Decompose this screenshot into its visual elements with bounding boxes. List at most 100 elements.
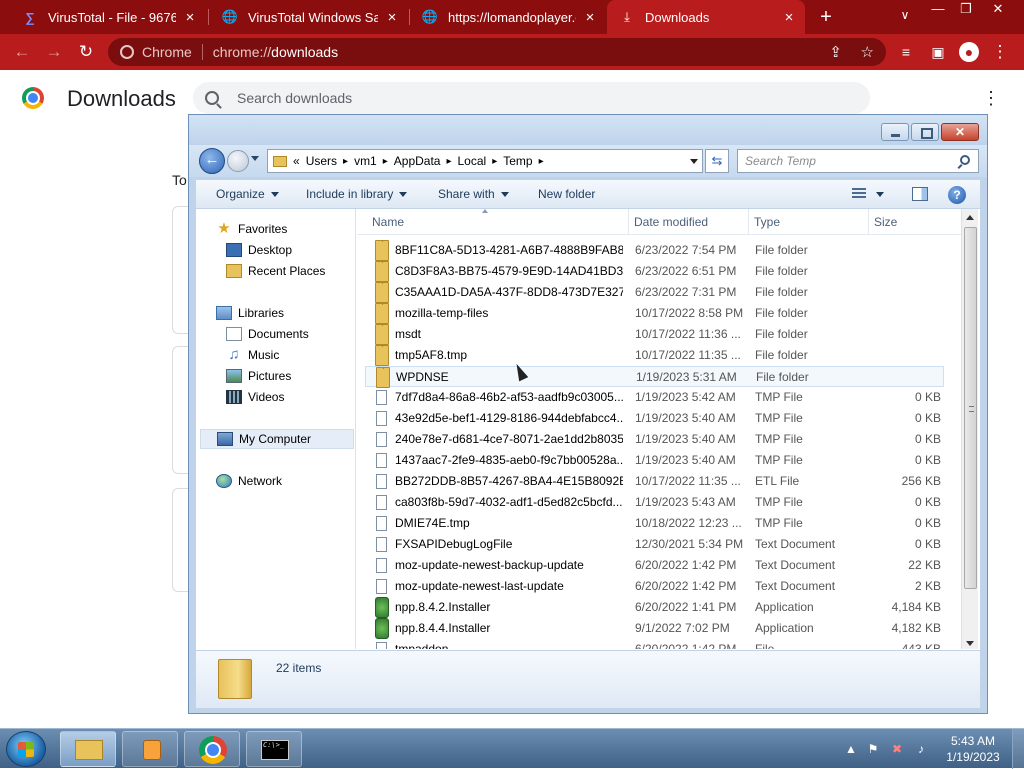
nav-recent-places[interactable]: Recent Places	[226, 261, 325, 281]
file-row[interactable]: BB272DDB-8B57-4267-8BA4-4E15B8092E... 10/…	[365, 471, 944, 492]
column-header-size[interactable]: Size	[869, 209, 949, 235]
column-header-type[interactable]: Type	[749, 209, 869, 235]
action-center-icon[interactable]: ⚑	[866, 742, 880, 756]
file-row[interactable]: npp.8.4.4.Installer 9/1/2022 7:02 PM Appli…	[365, 618, 944, 639]
network-disconnected-icon[interactable]: ✖	[890, 742, 904, 756]
file-row[interactable]: ca803f8b-59d7-4032-adf1-d5ed82c5bcfd....…	[365, 492, 944, 513]
file-row[interactable]: C35AAA1D-DA5A-437F-8DD8-473D7E327... 6/23…	[365, 282, 944, 303]
scroll-down-icon[interactable]	[966, 641, 974, 646]
volume-icon[interactable]: ♪	[914, 742, 928, 756]
taskbar-chrome-button[interactable]	[184, 731, 240, 767]
forward-arrow-icon[interactable]: →	[42, 40, 66, 64]
nav-desktop[interactable]: Desktop	[226, 240, 292, 260]
breadcrumb-chevron-icon[interactable]: ▸	[446, 156, 451, 167]
restore-window-icon[interactable]: ❐	[952, 0, 980, 20]
taskbar-clock[interactable]: 5:43 AM 1/19/2023	[940, 733, 1006, 765]
breadcrumb-chevron-icon[interactable]: ▸	[343, 156, 348, 167]
site-chip[interactable]: Chrome	[120, 44, 192, 60]
close-window-icon[interactable]: ✕	[984, 0, 1012, 20]
help-icon[interactable]: ?	[948, 186, 966, 204]
breadcrumb-appdata[interactable]: AppData	[394, 154, 441, 168]
tab-downloads[interactable]: ⤓ Downloads ×	[607, 0, 805, 34]
file-row[interactable]: 8BF11C8A-5D13-4281-A6B7-4888B9FAB8... 6/2…	[365, 240, 944, 261]
file-row[interactable]: npp.8.4.2.Installer 6/20/2022 1:41 PM Appl…	[365, 597, 944, 618]
scroll-thumb[interactable]	[964, 227, 977, 589]
nav-pictures[interactable]: Pictures	[226, 366, 291, 386]
nav-favorites[interactable]: ★ Favorites	[216, 219, 287, 239]
taskbar-cmd-button[interactable]	[246, 731, 302, 767]
tab-virustotal-sandbox[interactable]: 🌐 VirusTotal Windows Sand ×	[210, 0, 408, 34]
file-row[interactable]: 7df7d8a4-86a8-46b2-af53-aadfb9c03005....…	[365, 387, 944, 408]
nav-documents[interactable]: Documents	[226, 324, 309, 344]
nav-videos[interactable]: Videos	[226, 387, 284, 407]
refresh-icon[interactable]: ⇆	[705, 149, 729, 173]
tab-search-chevron-icon[interactable]: ∨	[896, 8, 914, 26]
close-tab-icon[interactable]: ×	[582, 9, 598, 26]
explorer-title-bar[interactable]: ✕	[189, 115, 987, 145]
file-row[interactable]: 240e78e7-d681-4ce7-8071-2ae1dd2b8035....…	[365, 429, 944, 450]
column-header-date[interactable]: Date modified	[629, 209, 749, 235]
new-tab-button[interactable]: +	[814, 5, 838, 29]
breadcrumb-chevron-icon[interactable]: ▸	[539, 156, 544, 167]
organize-button[interactable]: Organize	[216, 180, 279, 208]
file-row[interactable]: tmp5AF8.tmp 10/17/2022 11:35 ... File fold…	[365, 345, 944, 366]
side-panel-icon[interactable]: ▣	[926, 40, 950, 64]
bookmark-star-icon[interactable]: ☆	[861, 43, 874, 61]
close-tab-icon[interactable]: ×	[182, 9, 198, 26]
new-folder-button[interactable]: New folder	[538, 180, 595, 208]
close-tab-icon[interactable]: ×	[384, 9, 400, 26]
close-tab-icon[interactable]: ×	[781, 9, 797, 26]
explorer-search-input[interactable]: Search Temp	[737, 149, 979, 173]
nav-music[interactable]: ♫ Music	[226, 345, 279, 365]
media-queue-icon[interactable]: ≡	[894, 40, 918, 64]
share-icon[interactable]: ⇪	[829, 43, 842, 61]
address-dropdown-icon[interactable]	[685, 149, 703, 173]
breadcrumb-chevron-icon[interactable]: ▸	[492, 156, 497, 167]
tab-lomandoplayer[interactable]: 🌐 https://lomandoplayer.gi ×	[410, 0, 606, 34]
file-row[interactable]: tmpaddon 6/20/2022 1:42 PM File 443 KB	[365, 639, 944, 649]
include-in-library-button[interactable]: Include in library	[306, 180, 408, 208]
explorer-close-icon[interactable]: ✕	[941, 123, 979, 141]
file-row[interactable]: moz-update-newest-backup-update 6/20/2022…	[365, 555, 944, 576]
breadcrumb-temp[interactable]: Temp	[503, 154, 532, 168]
taskbar-media-player-button[interactable]	[122, 731, 178, 767]
view-options-chevron-icon[interactable]	[876, 192, 884, 197]
file-row[interactable]: 43e92d5e-bef1-4129-8186-944debfabcc4....…	[365, 408, 944, 429]
profile-avatar-icon[interactable]: ●	[957, 40, 981, 64]
breadcrumb-chevron-icon[interactable]: ▸	[383, 156, 388, 167]
explorer-address-bar[interactable]: « Users ▸ vm1 ▸ AppData ▸ Local ▸ Temp ▸	[267, 149, 703, 173]
reload-icon[interactable]: ↻	[74, 40, 98, 64]
back-arrow-icon[interactable]: ←	[10, 40, 34, 64]
nav-network[interactable]: Network	[216, 471, 282, 491]
file-row[interactable]: C8D3F8A3-BB75-4579-9E9D-14AD41BD3... 6/23…	[365, 261, 944, 282]
address-bar[interactable]: Chrome chrome:// downloads ⇪ ☆	[108, 38, 886, 66]
tab-virustotal-file[interactable]: ∑ VirusTotal - File - 96765b ×	[10, 0, 206, 34]
show-desktop-button[interactable]	[1012, 729, 1024, 769]
preview-pane-icon[interactable]	[912, 187, 928, 201]
nav-my-computer[interactable]: My Computer	[200, 429, 354, 449]
more-options-icon[interactable]: ⋮	[982, 89, 1000, 107]
downloads-search-input[interactable]: Search downloads	[193, 82, 870, 114]
show-hidden-icons-icon[interactable]: ▲	[844, 742, 858, 756]
explorer-back-icon[interactable]: ←	[199, 148, 225, 174]
start-button[interactable]	[6, 731, 46, 767]
minimize-window-icon[interactable]: —	[924, 0, 952, 20]
file-row[interactable]: DMIE74E.tmp 10/18/2022 12:23 ... TMP File 0…	[365, 513, 944, 534]
explorer-forward-icon[interactable]	[227, 150, 249, 172]
breadcrumb-vm1[interactable]: vm1	[354, 154, 377, 168]
breadcrumb-overflow[interactable]: «	[293, 154, 300, 168]
vertical-scrollbar[interactable]	[961, 209, 978, 649]
file-row[interactable]: 1437aac7-2fe9-4835-aeb0-f9c7bb00528a....…	[365, 450, 944, 471]
file-row[interactable]: WPDNSE 1/19/2023 5:31 AM File folder	[365, 366, 944, 388]
breadcrumb-local[interactable]: Local	[458, 154, 487, 168]
column-header-name[interactable]: Name	[367, 209, 629, 235]
file-row[interactable]: mozilla-temp-files 10/17/2022 8:58 PM File…	[365, 303, 944, 324]
change-view-icon[interactable]	[852, 188, 866, 200]
file-row[interactable]: FXSAPIDebugLogFile 12/30/2021 5:34 PM Text…	[365, 534, 944, 555]
taskbar-explorer-button[interactable]	[60, 731, 116, 767]
file-row[interactable]: msdt 10/17/2022 11:36 ... File folder	[365, 324, 944, 345]
scroll-up-icon[interactable]	[966, 215, 974, 220]
explorer-minimize-icon[interactable]	[881, 123, 909, 141]
explorer-maximize-icon[interactable]	[911, 123, 939, 141]
nav-libraries[interactable]: Libraries	[216, 303, 284, 323]
